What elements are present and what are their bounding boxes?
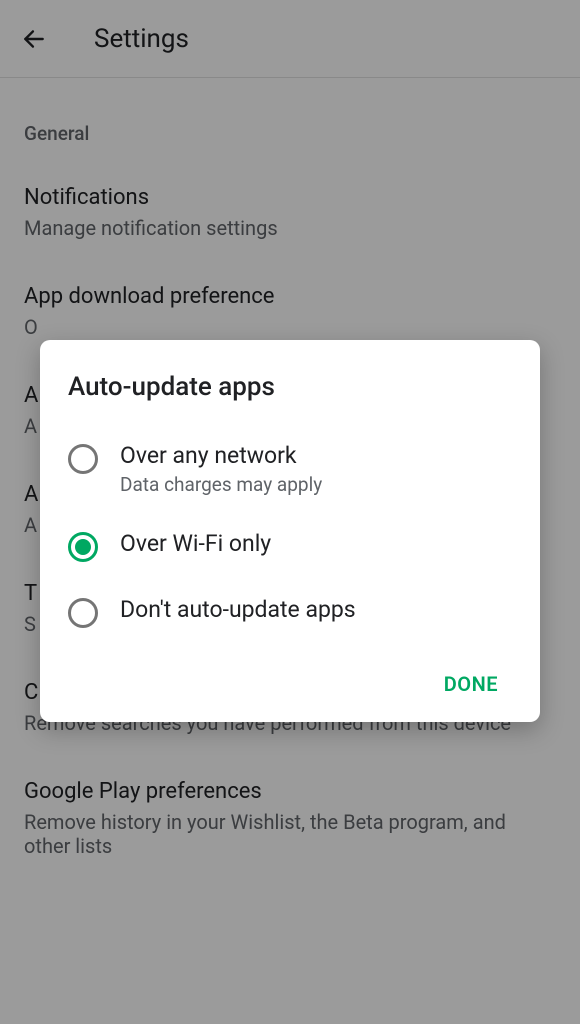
dialog-actions: DONE	[68, 662, 512, 706]
radio-label: Over any network	[120, 442, 322, 469]
radio-icon	[68, 598, 98, 628]
radio-option-any-network[interactable]: Over any network Data charges may apply	[68, 442, 512, 496]
radio-option-wifi-only[interactable]: Over Wi-Fi only	[68, 530, 512, 562]
radio-label: Over Wi-Fi only	[120, 530, 271, 557]
radio-option-dont-update[interactable]: Don't auto-update apps	[68, 596, 512, 628]
radio-icon	[68, 444, 98, 474]
dialog-title: Auto-update apps	[68, 372, 512, 402]
radio-sublabel: Data charges may apply	[120, 473, 322, 496]
radio-label: Don't auto-update apps	[120, 596, 356, 623]
done-button[interactable]: DONE	[430, 662, 512, 706]
auto-update-dialog: Auto-update apps Over any network Data c…	[40, 340, 540, 722]
radio-icon-selected	[68, 532, 98, 562]
